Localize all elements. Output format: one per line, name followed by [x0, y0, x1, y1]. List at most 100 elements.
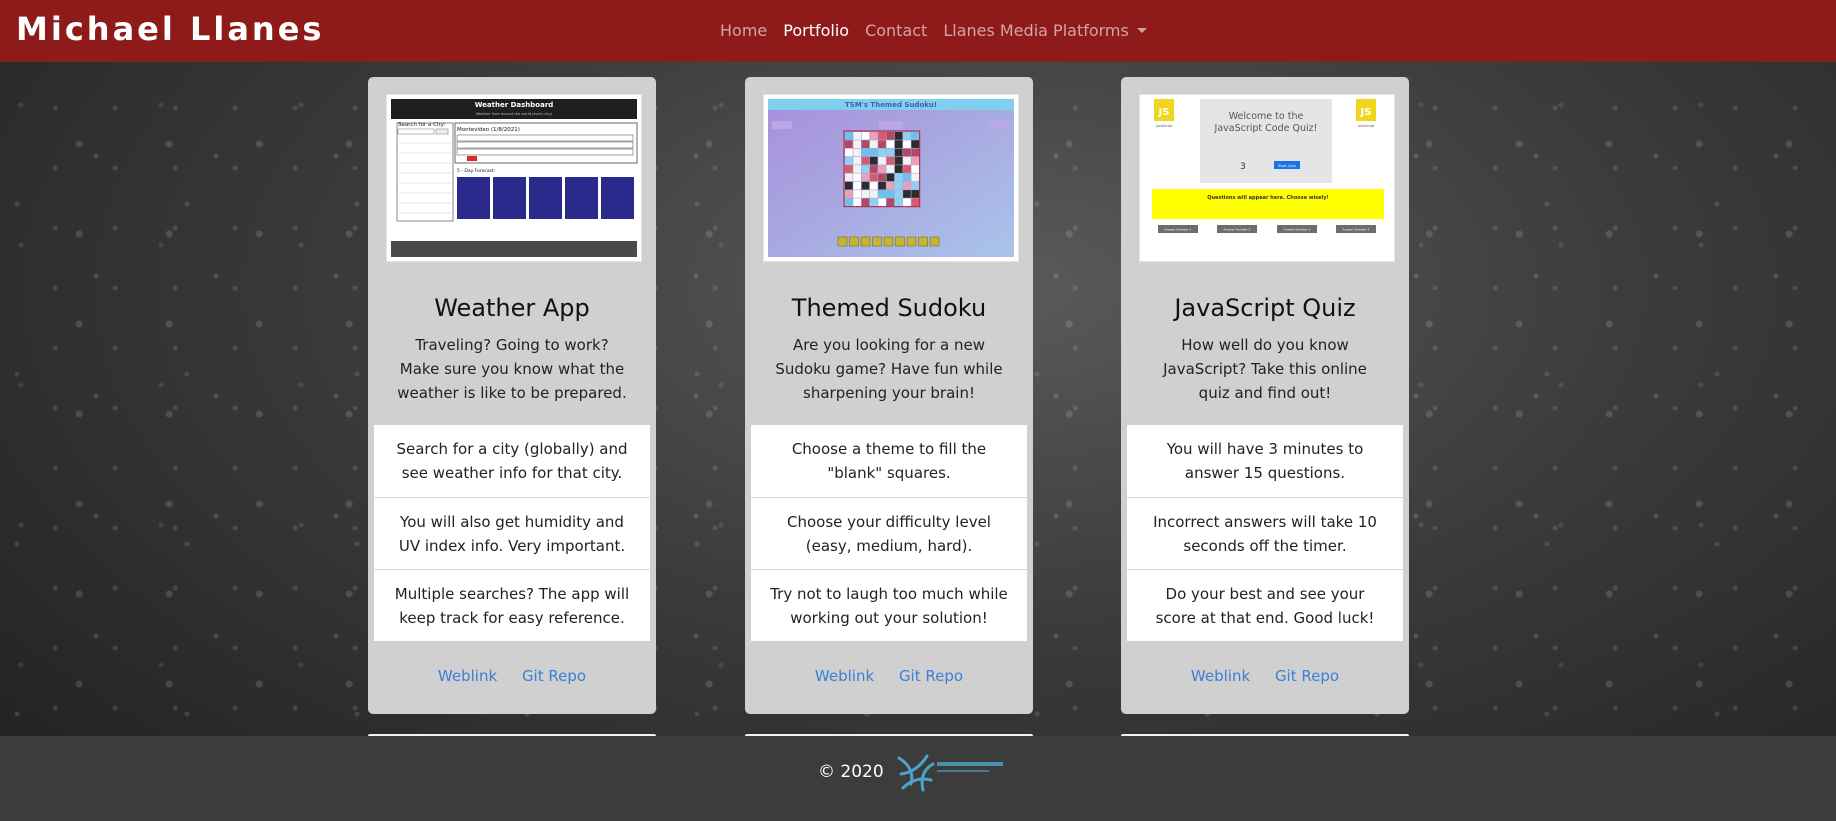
sudoku-cell — [886, 132, 895, 140]
sudoku-number-tiles — [837, 236, 940, 247]
sudoku-cell — [894, 165, 903, 173]
weblink-link[interactable]: Weblink — [1191, 667, 1250, 685]
sudoku-cell — [911, 140, 920, 148]
sudoku-cell — [911, 181, 920, 190]
navbar: Michael Llanes Home Portfolio Contact Ll… — [0, 0, 1836, 62]
sudoku-cell — [886, 165, 895, 173]
nav-link-home[interactable]: Home — [720, 20, 767, 42]
feature-list: You will have 3 minutes to answer 15 que… — [1127, 425, 1403, 641]
sudoku-cell — [869, 190, 878, 198]
brand-title[interactable]: Michael Llanes — [16, 8, 324, 50]
sudoku-cell — [911, 165, 920, 173]
sudoku-cell — [845, 148, 853, 157]
sudoku-cell — [861, 156, 870, 165]
weather-app-thumbnail[interactable]: Weather Dashboard Weather from around th… — [386, 94, 642, 262]
sudoku-cell — [886, 140, 895, 148]
sudoku-cell — [853, 173, 861, 182]
sudoku-cell — [878, 148, 886, 157]
sudoku-cell — [861, 165, 870, 173]
weblink-link[interactable]: Weblink — [438, 667, 497, 685]
list-item: You will have 3 minutes to answer 15 que… — [1166, 440, 1364, 482]
sudoku-cell — [878, 173, 886, 182]
sudoku-cell — [903, 190, 911, 198]
sudoku-cell — [845, 198, 853, 207]
weather-thumbnail-graphic: Weather Dashboard Weather from around th… — [387, 95, 641, 261]
sudoku-cell — [845, 140, 853, 148]
nav-dropdown-media-platforms[interactable]: Llanes Media Platforms — [943, 20, 1147, 42]
small-badger-logo-icon[interactable] — [893, 750, 1008, 794]
copyright-text: © 2020 — [818, 762, 884, 782]
quiz-thumbnail-graphic: JS JavaScript JS JavaScript Welcome to t… — [1140, 95, 1394, 261]
sudoku-cell — [869, 198, 878, 207]
sudoku-number-tile — [918, 236, 928, 247]
sudoku-cell — [853, 156, 861, 165]
sudoku-cell — [853, 181, 861, 190]
sudoku-cell — [903, 198, 911, 207]
next-row-card-edge — [745, 734, 1033, 736]
sudoku-cell — [903, 181, 911, 190]
sudoku-number-tile — [860, 236, 871, 247]
sudoku-cell — [878, 181, 886, 190]
sudoku-thumbnail[interactable]: TSM's Themed Sudoku! · — [763, 94, 1019, 262]
card-description: Are you looking for a new Sudoku game? H… — [775, 336, 1003, 402]
nav-link-contact[interactable]: Contact — [865, 20, 927, 42]
card-links: Weblink Git Repo — [1121, 667, 1409, 685]
sudoku-number-tile — [895, 236, 905, 247]
svg-text:·: · — [890, 227, 891, 232]
js-logo-right-text: JS — [1360, 107, 1372, 118]
sudoku-cell — [878, 198, 886, 207]
sudoku-number-tile — [849, 236, 859, 247]
sudoku-cell — [894, 132, 903, 140]
list-item: Do your best and see your score at that … — [1127, 569, 1403, 641]
sudoku-cell — [911, 156, 920, 165]
sudoku-cell — [878, 165, 886, 173]
feature-list: Search for a city (globally) and see wea… — [374, 425, 650, 641]
js-logo-right-caption: JavaScript — [1357, 124, 1375, 128]
card-description: Traveling? Going to work? Make sure you … — [397, 336, 627, 402]
sudoku-cell — [878, 190, 886, 198]
sudoku-cell — [886, 156, 895, 165]
sudoku-cell — [861, 181, 870, 190]
project-card-weather: Weather Dashboard Weather from around th… — [368, 77, 656, 714]
sudoku-cell — [861, 140, 870, 148]
sudoku-cell — [845, 165, 853, 173]
svg-text:Answer Number 3: Answer Number 3 — [1284, 228, 1311, 232]
sudoku-cell — [869, 165, 878, 173]
thumb-forecast-label: 5 - Day Forecast: — [457, 168, 495, 174]
thumb-city-line: Montevideo (1/8/2021) — [457, 127, 520, 133]
sudoku-cell — [853, 190, 861, 198]
sudoku-cell — [894, 190, 903, 198]
project-card-sudoku: TSM's Themed Sudoku! · Themed Sudoku Are… — [745, 77, 1033, 714]
git-repo-link[interactable]: Git Repo — [899, 667, 963, 685]
sudoku-cell — [869, 132, 878, 140]
sudoku-cell — [845, 156, 853, 165]
sudoku-cell — [853, 148, 861, 157]
nav-links: Home Portfolio Contact Llanes Media Plat… — [720, 20, 1147, 42]
sudoku-cell — [886, 148, 895, 157]
sudoku-cell — [886, 173, 895, 182]
git-repo-link[interactable]: Git Repo — [522, 667, 586, 685]
sudoku-cell — [845, 190, 853, 198]
weblink-link[interactable]: Weblink — [815, 667, 874, 685]
list-item: You will also get humidity and UV index … — [374, 497, 650, 569]
list-item: Search for a city (globally) and see wea… — [396, 440, 628, 482]
nav-link-portfolio[interactable]: Portfolio — [783, 20, 849, 42]
sudoku-cell — [861, 198, 870, 207]
sudoku-number-tile — [883, 236, 894, 247]
sudoku-cell — [886, 190, 895, 198]
feature-list: Choose a theme to fill the "blank" squar… — [751, 425, 1027, 641]
sudoku-cell — [845, 181, 853, 190]
list-item: Multiple searches? The app will keep tra… — [374, 569, 650, 641]
sudoku-cell — [869, 173, 878, 182]
git-repo-link[interactable]: Git Repo — [1275, 667, 1339, 685]
sudoku-cell — [903, 156, 911, 165]
sudoku-cell — [894, 181, 903, 190]
sudoku-cell — [853, 165, 861, 173]
quiz-banner-text: Questions will appear here. Choose wisel… — [1207, 195, 1329, 201]
card-links: Weblink Git Repo — [368, 667, 656, 685]
sudoku-cell — [869, 156, 878, 165]
sudoku-cell — [903, 132, 911, 140]
sudoku-cell — [878, 140, 886, 148]
js-logo-left-text: JS — [1158, 107, 1170, 118]
js-quiz-thumbnail[interactable]: JS JavaScript JS JavaScript Welcome to t… — [1139, 94, 1395, 262]
